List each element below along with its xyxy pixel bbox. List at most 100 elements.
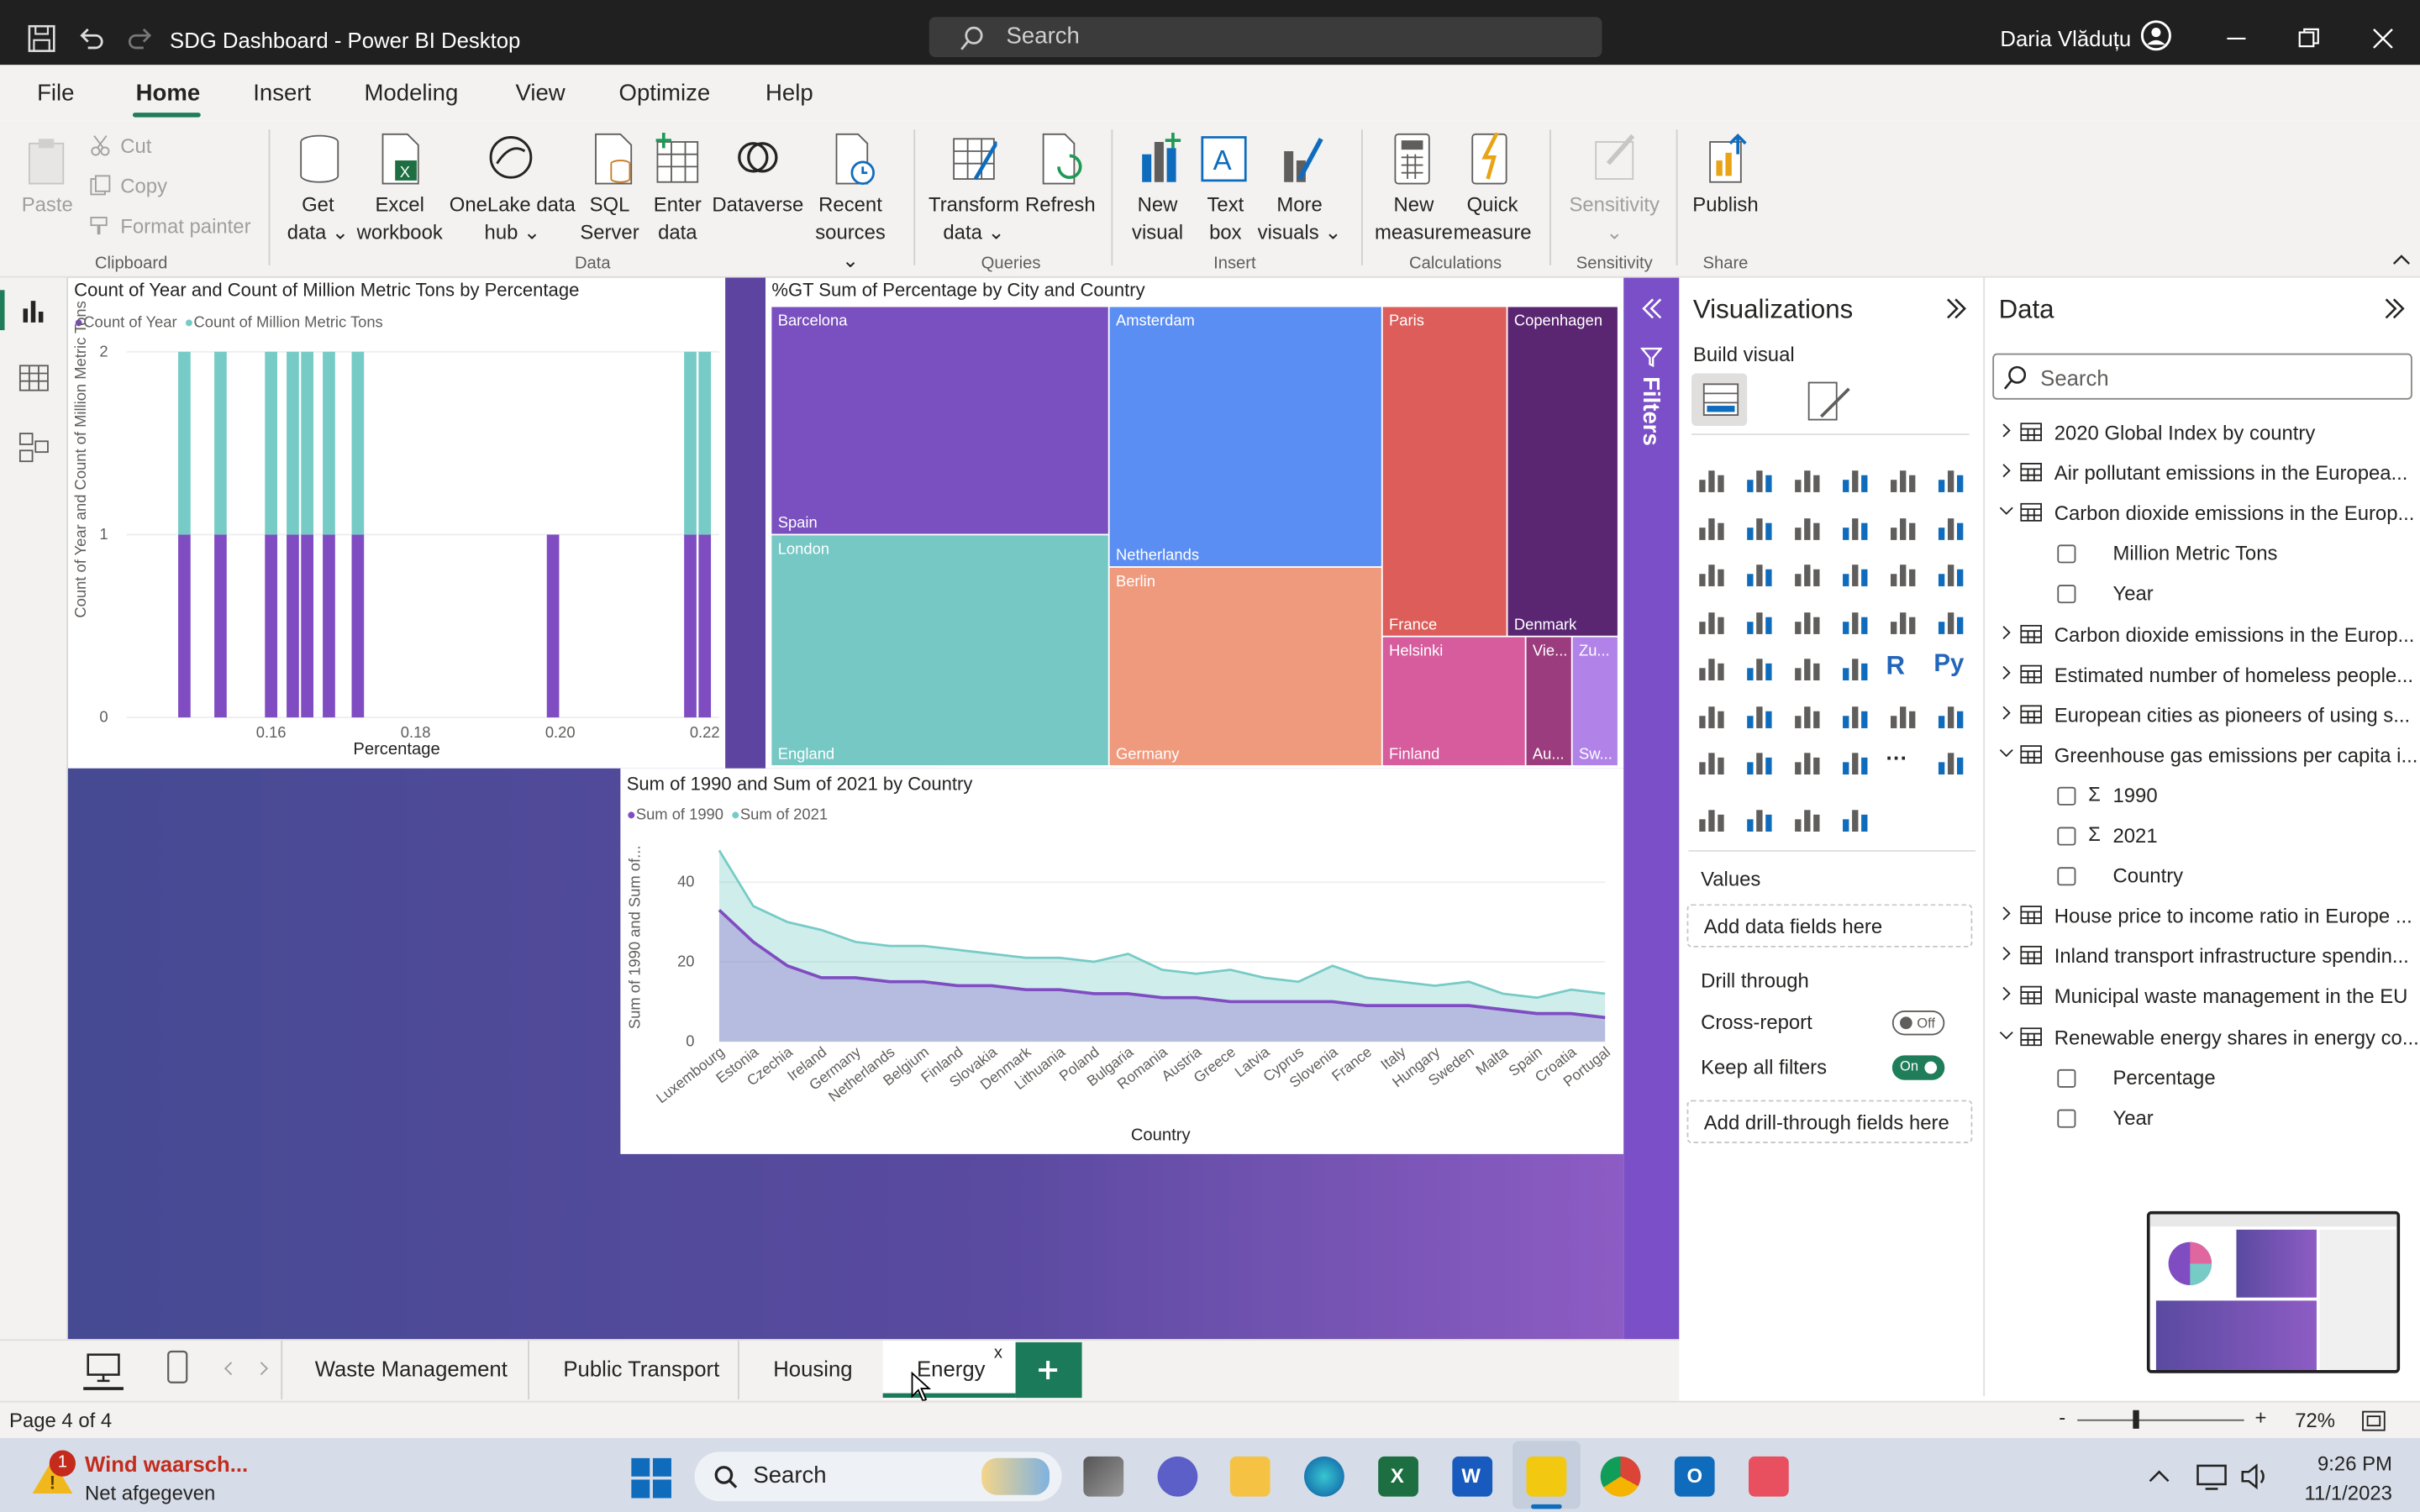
metrics-visual-icon[interactable] [1933, 698, 1967, 732]
data-table-item[interactable]: Estimated number of homeless people... [1986, 655, 2418, 696]
zoom-out-button[interactable]: - [2059, 1405, 2065, 1429]
azure-map-visual-icon[interactable] [1791, 604, 1824, 638]
dataverse-button[interactable]: Dataverse [710, 192, 806, 219]
data-table-item[interactable]: House price to income ratio in Europe ..… [1986, 896, 2418, 937]
excel-workbook-button[interactable]: Excel workbook [352, 192, 448, 247]
tab-waste-management[interactable]: Waste Management [315, 1356, 508, 1380]
report-canvas[interactable]: Count of Year and Count of Million Metri… [67, 277, 1624, 1340]
copy-button[interactable]: Copy [120, 173, 167, 201]
excel-app-icon[interactable]: X [1378, 1456, 1418, 1497]
drill-through-well[interactable]: Add drill-through fields here [1686, 1100, 1973, 1144]
zoom-slider-track[interactable] [2077, 1419, 2244, 1421]
power-apps-visual-icon[interactable] [1791, 745, 1824, 779]
edge-icon[interactable] [1304, 1456, 1344, 1497]
windows-start-icon[interactable] [631, 1457, 671, 1499]
tab-public-transport[interactable]: Public Transport [563, 1356, 719, 1380]
bar-count-of-year[interactable] [178, 534, 191, 718]
taskbar-search[interactable]: Search [694, 1452, 1062, 1502]
custom-2-visual-icon[interactable] [1695, 801, 1728, 835]
bar-count-of-million-metric-tons[interactable] [265, 351, 277, 535]
data-table-item[interactable]: Air pollutant emissions in the Europea..… [1986, 454, 2418, 494]
data-table-item[interactable]: Carbon dioxide emissions in the Europ... [1986, 494, 2418, 534]
treemap-tile[interactable]: Zu... Sw... [1572, 637, 1618, 766]
bar-count-of-year[interactable] [214, 534, 227, 718]
custom-3-visual-icon[interactable] [1743, 801, 1776, 835]
chevron-right-icon[interactable] [1999, 664, 2014, 680]
user-avatar-icon[interactable] [2140, 20, 2172, 51]
treemap-visual-icon[interactable] [1933, 557, 1967, 591]
line-column-visual-icon[interactable] [1839, 510, 1872, 543]
collapse-data-pane-icon[interactable] [2383, 297, 2407, 321]
power-automate-visual-icon[interactable] [1839, 745, 1872, 779]
bar-count-of-year[interactable] [287, 534, 299, 718]
cross-report-toggle[interactable]: Off [1891, 1011, 1945, 1036]
bar-count-of-million-metric-tons[interactable] [698, 351, 712, 535]
format-visual-icon[interactable] [1806, 380, 1852, 423]
gauge-visual-icon[interactable] [1839, 604, 1872, 638]
data-table-item[interactable]: 2020 Global Index by country [1986, 413, 2418, 454]
card-visual-icon[interactable] [1886, 604, 1919, 638]
data-field-item[interactable]: Million Metric Tons [1986, 534, 2418, 575]
menu-view[interactable]: View [515, 81, 565, 107]
field-checkbox[interactable] [2057, 585, 2076, 604]
treemap-tile[interactable]: Berlin Germany [1109, 567, 1381, 766]
zoom-in-button[interactable]: + [2254, 1405, 2266, 1429]
filled-map-visual-icon[interactable] [1743, 604, 1776, 638]
data-field-item[interactable]: Year [1986, 1098, 2418, 1138]
map-visual-icon[interactable] [1695, 604, 1728, 638]
multi-row-card-visual-icon[interactable] [1933, 604, 1967, 638]
stacked-bar-visual-icon[interactable] [1695, 463, 1728, 496]
field-checkbox[interactable] [2057, 867, 2076, 886]
data-table-item[interactable]: Greenhouse gas emissions per capita i... [1986, 736, 2418, 776]
bar-count-of-year[interactable] [323, 534, 335, 718]
filters-pane-collapsed[interactable]: Filters [1623, 277, 1680, 1340]
line-clustered-visual-icon[interactable] [1886, 510, 1919, 543]
chevron-right-icon[interactable] [1999, 986, 2014, 1001]
bar-count-of-million-metric-tons[interactable] [178, 351, 191, 535]
q-and-a-visual-icon[interactable] [1886, 698, 1919, 732]
chevron-right-icon[interactable] [1999, 705, 2014, 720]
close-icon[interactable] [2372, 28, 2394, 50]
network-icon[interactable] [2196, 1462, 2228, 1490]
menu-insert[interactable]: Insert [253, 81, 311, 107]
cut-button[interactable]: Cut [120, 133, 151, 160]
user-name[interactable]: Daria Vlăduțu [2000, 26, 2131, 50]
data-field-item[interactable]: Year [1986, 575, 2418, 615]
bar-count-of-year[interactable] [546, 534, 560, 718]
data-table-item[interactable]: European cities as pioneers of using s..… [1986, 696, 2418, 736]
chevron-down-icon[interactable] [1999, 1026, 2014, 1042]
quick-measure-button[interactable]: Quick measure [1451, 192, 1534, 247]
slicer-visual-icon[interactable] [1743, 651, 1776, 685]
field-checkbox[interactable] [2057, 1109, 2076, 1128]
clustered-column-visual-icon[interactable] [1839, 463, 1872, 496]
format-painter-button[interactable]: Format painter [120, 213, 250, 240]
visual-area-chart[interactable]: Sum of 1990 and Sum of 2021 by Country ●… [620, 768, 1624, 1154]
transform-data-button[interactable]: Transform data ⌄ [923, 192, 1024, 247]
data-table-item[interactable]: Inland transport infrastructure spendin.… [1986, 937, 2418, 977]
bar-count-of-year[interactable] [698, 534, 712, 718]
onelake-data-hub-button[interactable]: OneLake data hub ⌄ [448, 192, 577, 247]
volume-icon[interactable] [2239, 1462, 2270, 1490]
get-data-button[interactable]: Get data ⌄ [284, 192, 352, 247]
kpi-visual-icon[interactable] [1695, 651, 1728, 685]
paginated-visual-icon[interactable] [1839, 698, 1872, 732]
chevron-right-icon[interactable] [1999, 423, 2014, 438]
title-search[interactable]: Search [929, 17, 1602, 57]
snipping-tool-icon[interactable] [1749, 1456, 1789, 1497]
clustered-bar-visual-icon[interactable] [1791, 463, 1824, 496]
collapse-ribbon-icon[interactable] [2392, 253, 2411, 265]
field-checkbox[interactable] [2057, 827, 2076, 846]
table-visual-icon[interactable] [1791, 651, 1824, 685]
treemap-tile[interactable]: Paris France [1382, 307, 1507, 636]
custom-1-visual-icon[interactable] [1933, 745, 1967, 779]
custom-5-visual-icon[interactable] [1839, 801, 1872, 835]
bar-count-of-million-metric-tons[interactable] [351, 351, 365, 535]
more-visual-icon[interactable]: ··· [1886, 745, 1919, 779]
100-bar-visual-icon[interactable] [1886, 463, 1919, 496]
scroll-tabs-left-icon[interactable] [221, 1361, 236, 1376]
data-field-item[interactable]: Percentage [1986, 1058, 2418, 1098]
100-column-visual-icon[interactable] [1933, 463, 1967, 496]
new-measure-button[interactable]: New measure [1374, 192, 1455, 247]
menu-modeling[interactable]: Modeling [364, 81, 458, 107]
data-table-item[interactable]: Carbon dioxide emissions in the Europ... [1986, 615, 2418, 655]
